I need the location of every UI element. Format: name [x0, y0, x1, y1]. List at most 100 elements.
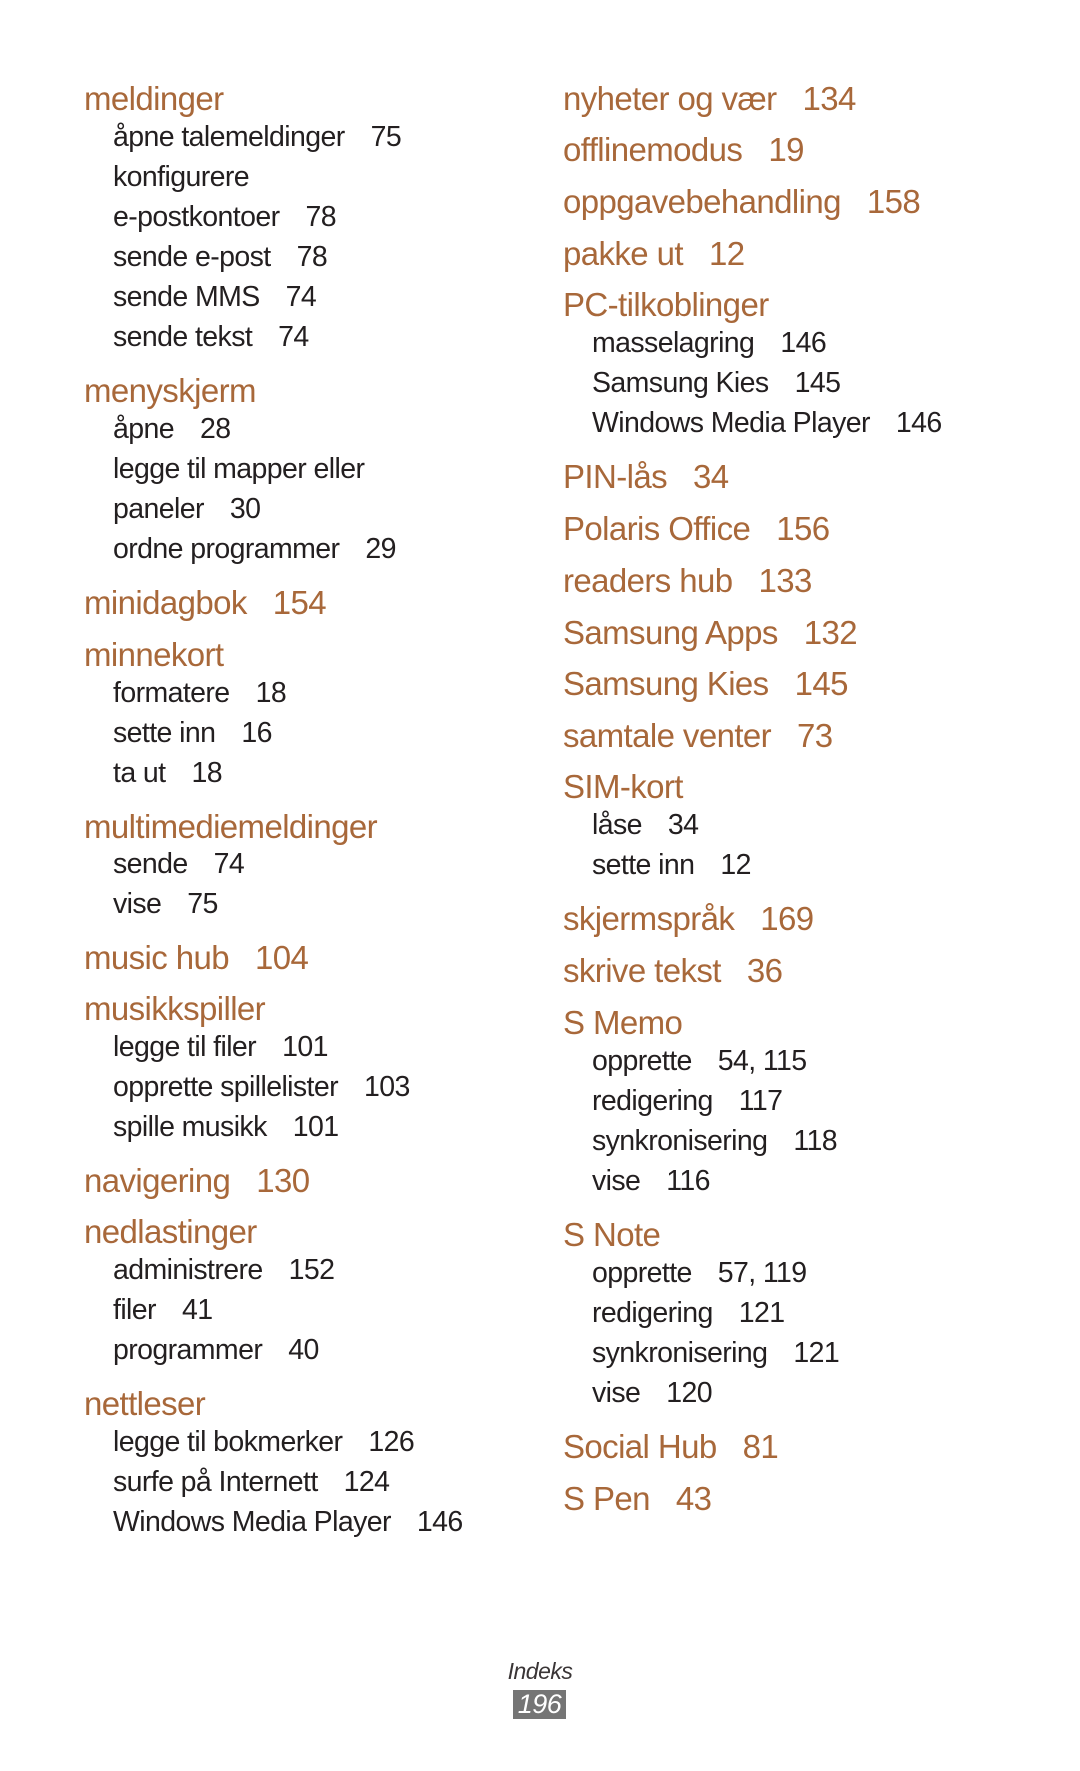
index-term: åpne talemeldinger — [113, 121, 345, 153]
page-reference[interactable]: 30 — [230, 493, 261, 525]
index-term: musikkspiller — [84, 990, 266, 1027]
index-subentry: opprette 54, 115 — [592, 1045, 807, 1078]
index-heading: skrive tekst 36 — [563, 952, 783, 990]
page-reference[interactable]: 81 — [743, 1428, 779, 1465]
page-reference[interactable]: 104 — [255, 939, 309, 976]
page-reference[interactable]: 74 — [286, 281, 317, 313]
index-term: opprette — [592, 1045, 692, 1077]
index-term: Samsung Apps — [563, 614, 778, 651]
page-reference[interactable]: 41 — [182, 1294, 213, 1326]
index-heading: Samsung Apps 132 — [563, 614, 858, 652]
index-term: sette inn — [592, 849, 695, 881]
index-subentry: sette inn 12 — [592, 849, 751, 882]
index-heading: S Note — [563, 1216, 661, 1254]
page-reference[interactable]: 134 — [803, 80, 857, 117]
index-term: administrere — [113, 1254, 263, 1286]
page-reference[interactable]: 154 — [273, 584, 327, 621]
page-reference[interactable]: 132 — [804, 614, 858, 651]
index-heading: PIN-lås 34 — [563, 458, 729, 496]
page-reference[interactable]: 12 — [709, 235, 745, 272]
index-heading: meldinger — [84, 80, 224, 118]
index-term: Samsung Kies — [592, 367, 769, 399]
index-term: ta ut — [113, 757, 166, 789]
page-reference[interactable]: 146 — [417, 1506, 463, 1538]
index-term: legge til mapper eller — [113, 453, 365, 485]
index-subentry: masselagring 146 — [592, 327, 827, 360]
index-term: SIM-kort — [563, 768, 683, 805]
page-reference[interactable]: 28 — [200, 413, 231, 445]
page-reference[interactable]: 145 — [795, 367, 841, 399]
page-reference[interactable]: 145 — [795, 665, 849, 702]
index-subentry: e-postkontoer 78 — [113, 201, 337, 234]
page-reference[interactable]: 29 — [365, 533, 396, 565]
page-reference[interactable]: 75 — [371, 121, 402, 153]
index-term: S Note — [563, 1216, 661, 1253]
page-reference[interactable]: 101 — [282, 1031, 328, 1063]
index-term: music hub — [84, 939, 230, 976]
index-term: sende MMS — [113, 281, 260, 313]
index-term: S Memo — [563, 1004, 683, 1041]
page-reference[interactable]: 121 — [739, 1297, 785, 1329]
page-reference[interactable]: 34 — [693, 458, 729, 495]
page-reference[interactable]: 118 — [793, 1125, 837, 1157]
page-number-badge: 196 — [513, 1690, 566, 1719]
index-term: ordne programmer — [113, 533, 340, 565]
page-reference[interactable]: 74 — [278, 321, 309, 353]
page-reference[interactable]: 12 — [720, 849, 751, 881]
page-reference[interactable]: 156 — [776, 510, 830, 547]
index-subentry: sette inn 16 — [113, 717, 272, 750]
index-term: synkronisering — [592, 1125, 768, 1157]
index-term: masselagring — [592, 327, 755, 359]
page-reference[interactable]: 146 — [896, 407, 942, 439]
index-heading: SIM-kort — [563, 768, 683, 806]
page-reference[interactable]: 16 — [241, 717, 272, 749]
index-subentry: redigering 121 — [592, 1297, 785, 1330]
index-term: readers hub — [563, 562, 733, 599]
page-reference[interactable]: 18 — [191, 757, 222, 789]
page-reference[interactable]: 146 — [780, 327, 826, 359]
index-term: spille musikk — [113, 1111, 267, 1143]
page-reference[interactable]: 19 — [768, 131, 804, 168]
index-subentry: legge til filer 101 — [113, 1031, 328, 1064]
page-reference[interactable]: 117 — [739, 1085, 783, 1117]
page-reference[interactable]: 57, 119 — [718, 1257, 807, 1289]
page-reference[interactable]: 78 — [297, 241, 328, 273]
page-reference[interactable]: 54, 115 — [718, 1045, 807, 1077]
index-heading: S Memo — [563, 1004, 683, 1042]
page-reference[interactable]: 34 — [668, 809, 699, 841]
index-subentry: synkronisering 121 — [592, 1337, 840, 1370]
page-reference[interactable]: 121 — [793, 1337, 839, 1369]
page-reference[interactable]: 78 — [305, 201, 336, 233]
index-subentry: konfigurere — [113, 161, 250, 194]
index-heading: PC-tilkoblinger — [563, 286, 769, 324]
index-subentry: redigering 117 — [592, 1085, 783, 1118]
index-term: filer — [113, 1294, 157, 1326]
page-reference[interactable]: 152 — [289, 1254, 335, 1286]
index-term: menyskjerm — [84, 372, 256, 409]
page-reference[interactable]: 133 — [759, 562, 813, 599]
page-reference[interactable]: 101 — [293, 1111, 339, 1143]
page-reference[interactable]: 40 — [288, 1334, 319, 1366]
page-reference[interactable]: 124 — [344, 1466, 390, 1498]
page-reference[interactable]: 130 — [256, 1162, 310, 1199]
page-reference[interactable]: 43 — [676, 1480, 712, 1517]
index-subentry: synkronisering 118 — [592, 1125, 838, 1158]
page-reference[interactable]: 75 — [187, 888, 218, 920]
index-subentry: paneler 30 — [113, 493, 261, 526]
page-reference[interactable]: 120 — [666, 1377, 712, 1409]
page-reference[interactable]: 158 — [867, 183, 921, 220]
page-reference[interactable]: 74 — [214, 848, 245, 880]
page-reference[interactable]: 36 — [747, 952, 783, 989]
index-subentry: vise 116 — [592, 1165, 711, 1198]
page-reference[interactable]: 116 — [666, 1165, 710, 1197]
page-reference[interactable]: 18 — [256, 677, 287, 709]
index-term: synkronisering — [592, 1337, 768, 1369]
index-subentry: vise 75 — [113, 888, 218, 921]
index-term: Windows Media Player — [113, 1506, 391, 1538]
page-reference[interactable]: 73 — [797, 717, 833, 754]
index-subentry: ta ut 18 — [113, 757, 223, 790]
index-term: sette inn — [113, 717, 216, 749]
page-reference[interactable]: 103 — [364, 1071, 410, 1103]
page-reference[interactable]: 126 — [368, 1426, 414, 1458]
page-reference[interactable]: 169 — [760, 900, 814, 937]
